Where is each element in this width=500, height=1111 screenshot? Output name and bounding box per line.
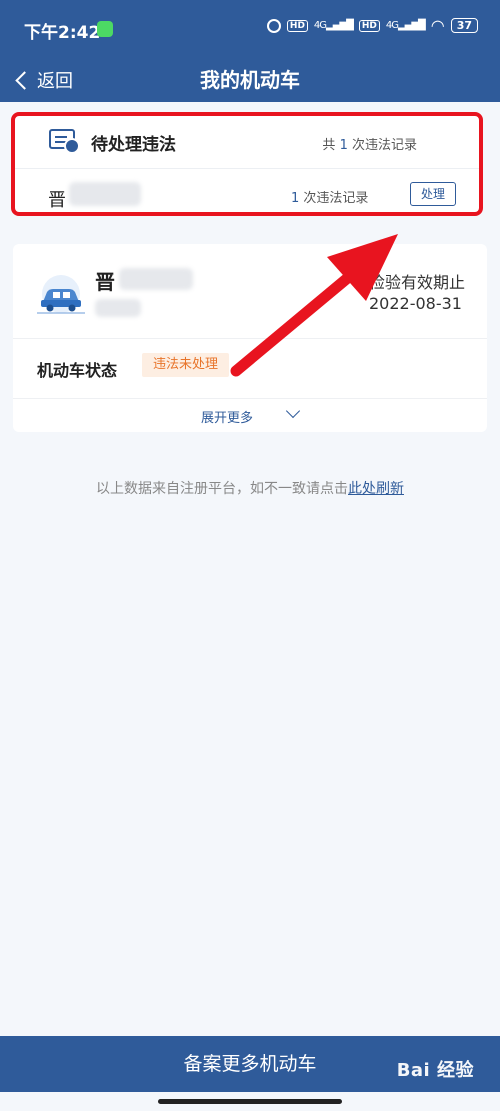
refresh-link[interactable]: 此处刷新 [348, 481, 404, 497]
blurred-vehicle-type [95, 299, 141, 317]
baidu-watermark: Bai 经验 [396, 1060, 474, 1081]
battery-icon: 37 [450, 18, 478, 33]
expand-more-label: 展开更多 [201, 411, 254, 426]
wifi-icon: ◠ [430, 16, 445, 35]
app-notification-icon [97, 21, 113, 37]
signal-icon-2: 4G▂▄▆█ [385, 20, 426, 31]
expand-more-button[interactable]: 展开更多 [13, 398, 487, 433]
status-badge: 违法未处理 [142, 353, 230, 377]
home-indicator[interactable] [158, 1099, 342, 1104]
data-source-note: 以上数据来自注册平台，如不一致请点击此处刷新 [0, 478, 500, 498]
violations-header: 待处理违法 共 1 次违法记录 [15, 116, 479, 169]
hd-icon-2: HD [358, 19, 380, 32]
chevron-down-icon [285, 403, 301, 419]
blurred-plate-number [119, 268, 193, 290]
violations-title: 待处理违法 [91, 135, 176, 155]
vehicle-card[interactable]: 晋 检验有效期止 2022-08-31 机动车状态 违法未处理 展开更多 [13, 244, 487, 432]
status-time: 下午2:42 [24, 23, 101, 43]
vehicle-status-label: 机动车状态 [37, 361, 118, 380]
inspection-label: 检验有效期止 [369, 273, 466, 292]
vehicle-plate: 晋 [95, 270, 115, 294]
car-icon [37, 275, 85, 314]
vehicle-status-row: 机动车状态 违法未处理 [13, 338, 487, 399]
handle-violation-button[interactable]: 处理 [410, 182, 456, 206]
alarm-icon [266, 18, 281, 33]
signal-icon: 4G▂▄▆█ [313, 20, 354, 31]
pending-violations-card: 待处理违法 共 1 次违法记录 晋 1 次违法记录 处理 [11, 112, 483, 216]
page-title: 我的机动车 [200, 68, 300, 92]
nav-bar: 返回 我的机动车 [0, 58, 500, 102]
blurred-plate [69, 182, 141, 206]
hd-icon: HD [286, 19, 308, 32]
inspection-date: 2022-08-31 [369, 294, 462, 313]
violation-list-icon [49, 129, 80, 154]
data-source-text: 以上数据来自注册平台，如不一致请点击 [96, 481, 348, 497]
status-bar: 下午2:42 HD 4G▂▄▆█ HD 4G▂▄▆█ ◠ 37 [0, 0, 500, 58]
status-icons: HD 4G▂▄▆█ HD 4G▂▄▆█ ◠ 37 [266, 16, 478, 35]
violation-count: 1 次违法记录 [291, 191, 369, 206]
violation-plate: 晋 [48, 190, 66, 211]
violations-total: 共 1 次违法记录 [322, 138, 417, 153]
